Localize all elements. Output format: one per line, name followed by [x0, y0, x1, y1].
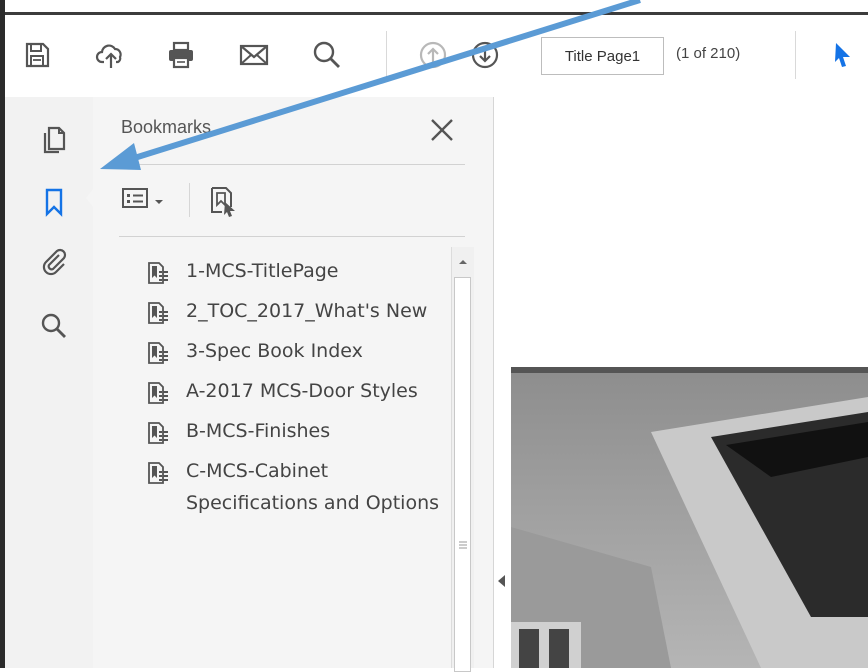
navigation-rail	[5, 97, 94, 668]
list-options-icon	[121, 186, 151, 214]
page-thumbnails-icon[interactable]	[37, 123, 71, 157]
bookmark-page-icon	[148, 462, 168, 484]
bookmark-page-icon	[148, 382, 168, 404]
bookmarks-panel: Bookmarks 1-MCS-TitlePage 2_TOC_2017_Wha…	[93, 97, 493, 672]
divider	[119, 164, 465, 165]
toolbar-separator	[386, 31, 387, 79]
scrollbar-thumb[interactable]	[454, 277, 471, 672]
bookmark-label: 2_TOC_2017_What's New	[186, 300, 428, 322]
bookmark-scrollbar[interactable]	[451, 247, 474, 672]
bookmark-label: B-MCS-Finishes	[186, 420, 331, 442]
scroll-up-icon[interactable]	[452, 251, 474, 273]
previous-page-icon[interactable]	[413, 35, 453, 75]
options-menu-button[interactable]	[121, 185, 175, 215]
list-item[interactable]: C-MCS-Cabinet Specifications and Options	[133, 455, 448, 519]
upload-cloud-icon[interactable]	[91, 35, 131, 75]
next-page-icon[interactable]	[465, 35, 505, 75]
page-count: (1 of 210)	[676, 45, 741, 62]
list-item[interactable]: B-MCS-Finishes	[133, 415, 448, 447]
collapse-arrow-icon[interactable]	[495, 573, 509, 589]
new-bookmark-icon	[211, 187, 235, 217]
bookmark-label: 3-Spec Book Index	[186, 340, 363, 362]
window-top-edge	[0, 0, 868, 15]
panel-collapse-strip[interactable]	[493, 97, 510, 668]
search-icon[interactable]	[307, 35, 347, 75]
list-item[interactable]: A-2017 MCS-Door Styles	[133, 375, 448, 407]
chevron-down-icon	[154, 191, 164, 210]
bookmark-page-icon	[148, 342, 168, 364]
save-icon[interactable]	[17, 35, 57, 75]
print-icon[interactable]	[161, 35, 201, 75]
toolbar-separator	[795, 31, 796, 79]
bookmark-list: 1-MCS-TitlePage 2_TOC_2017_What's New 3-…	[133, 255, 448, 527]
select-tool-icon[interactable]	[823, 35, 863, 75]
grip-icon	[459, 541, 467, 549]
new-bookmark-button[interactable]	[205, 183, 241, 219]
email-icon[interactable]	[234, 35, 274, 75]
bookmark-page-icon	[148, 422, 168, 444]
attachments-icon[interactable]	[37, 245, 71, 279]
list-item[interactable]: 3-Spec Book Index	[133, 335, 448, 367]
bookmark-page-icon	[148, 262, 168, 284]
bookmark-label: C-MCS-Cabinet Specifications and Options	[186, 460, 440, 514]
page-number-field[interactable]: Title Page1	[541, 37, 664, 75]
list-item[interactable]: 2_TOC_2017_What's New	[133, 295, 448, 327]
bookmark-page-icon	[148, 302, 168, 324]
close-icon[interactable]	[425, 113, 459, 147]
bookmark-label: 1-MCS-TitlePage	[186, 260, 339, 282]
bookmarks-icon[interactable]	[37, 185, 71, 219]
search-icon[interactable]	[37, 309, 71, 343]
list-item[interactable]: 1-MCS-TitlePage	[133, 255, 448, 287]
divider	[189, 183, 190, 217]
panel-title: Bookmarks	[121, 117, 212, 137]
main-toolbar: Title Page1 (1 of 210)	[5, 15, 868, 98]
document-photo	[511, 367, 868, 668]
divider	[119, 236, 465, 237]
bookmark-label: A-2017 MCS-Door Styles	[186, 380, 418, 402]
